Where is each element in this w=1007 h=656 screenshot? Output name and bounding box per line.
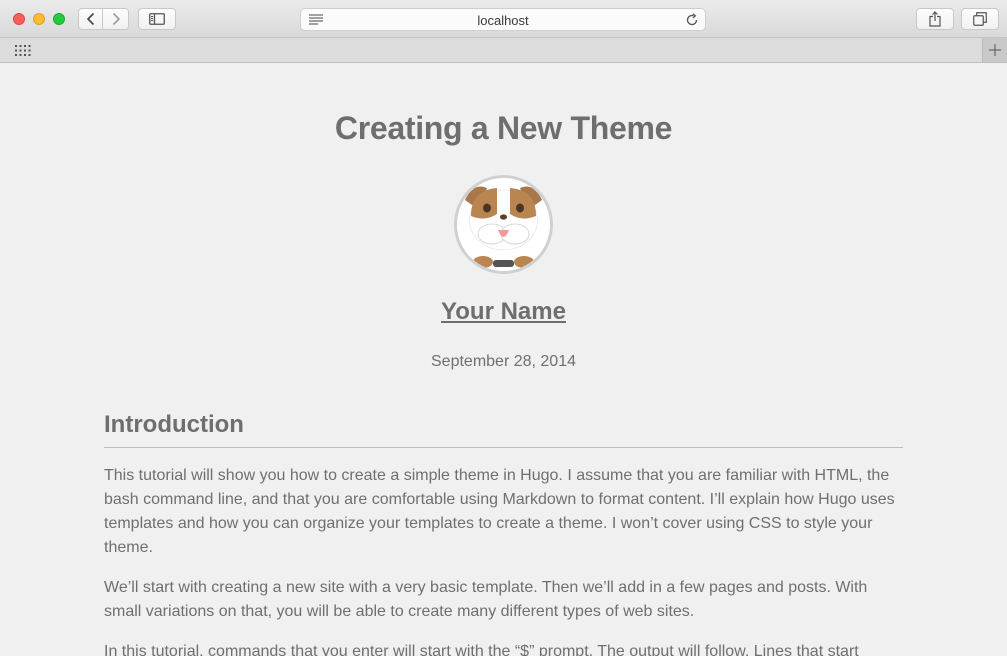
forward-button[interactable]	[103, 8, 129, 30]
favorites-bar	[0, 38, 1007, 63]
back-button[interactable]	[78, 8, 103, 30]
browser-toolbar: localhost	[0, 0, 1007, 38]
window-zoom-button[interactable]	[53, 13, 65, 25]
post-date: September 28, 2014	[431, 353, 576, 370]
paragraph: We’ll start with creating a new site wit…	[104, 579, 868, 620]
chevron-left-icon	[86, 12, 94, 26]
plus-icon	[989, 44, 1001, 56]
post-title: Creating a New Theme	[334, 110, 673, 146]
sidebar-icon	[149, 13, 165, 25]
share-icon	[929, 11, 941, 27]
section-heading: Introduction	[104, 411, 903, 448]
address-bar[interactable]: localhost	[300, 8, 706, 31]
share-button[interactable]	[916, 8, 954, 30]
grid-icon[interactable]	[15, 45, 31, 56]
window-minimize-button[interactable]	[33, 13, 45, 25]
tab-overview-button[interactable]	[961, 8, 999, 30]
author-link[interactable]: Your Name	[0, 298, 1007, 326]
window-close-button[interactable]	[13, 13, 25, 25]
new-tab-button[interactable]	[982, 38, 1007, 62]
sidebar-toggle-button[interactable]	[138, 8, 176, 30]
bulldog-avatar-icon	[457, 178, 550, 271]
tabs-overview-icon	[973, 12, 987, 26]
url-text[interactable]: localhost	[301, 13, 705, 28]
chevron-right-icon	[112, 12, 120, 26]
paragraph: This tutorial will show you how to creat…	[104, 467, 895, 556]
web-page: Creating a New Theme Your Name September…	[0, 64, 1007, 656]
paragraph: In this tutorial, commands that you ente…	[104, 643, 859, 656]
reload-icon[interactable]	[685, 13, 699, 27]
avatar	[454, 175, 553, 274]
